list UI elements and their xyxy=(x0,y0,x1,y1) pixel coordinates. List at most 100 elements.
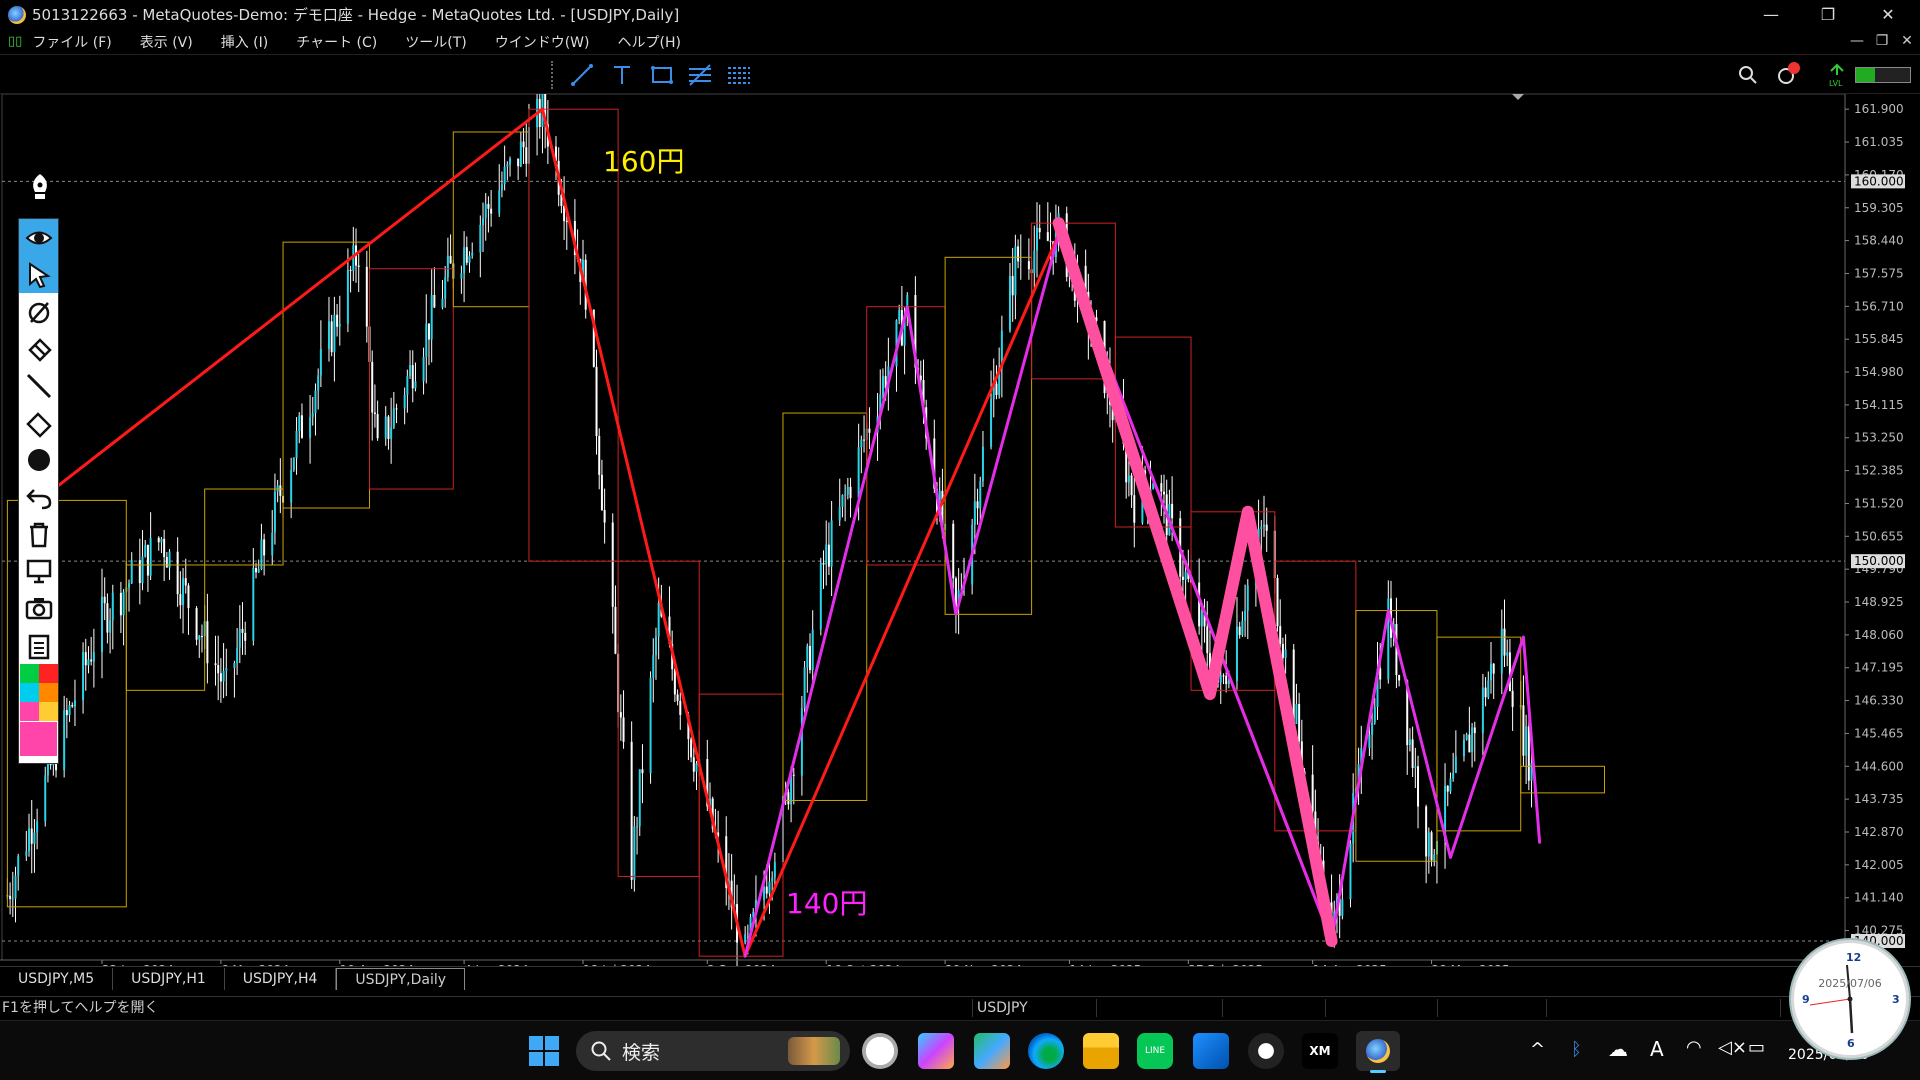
undo-icon[interactable] xyxy=(19,478,58,515)
candle-body xyxy=(1184,571,1187,580)
pen-nib-icon[interactable] xyxy=(26,172,54,202)
candle-body xyxy=(236,647,239,664)
search-icon[interactable] xyxy=(1734,61,1762,89)
window-title: 5013122663 - MetaQuotes-Demo: デモ口座 - Hed… xyxy=(32,6,680,24)
camera-icon[interactable] xyxy=(19,589,58,626)
trash-icon[interactable] xyxy=(19,515,58,552)
analog-clock-gadget[interactable]: 12 3 6 9 2025/07/06 xyxy=(1791,940,1909,1058)
bluetooth-icon[interactable]: ᛒ xyxy=(1571,1039,1582,1060)
ime-icon[interactable]: A xyxy=(1650,1037,1664,1061)
candle-body xyxy=(649,677,652,774)
fibonacci-icon[interactable] xyxy=(686,61,714,89)
usdjpy-daily-chart[interactable]: 161.900161.035160.170159.305158.440157.5… xyxy=(0,94,1920,966)
wifi-icon[interactable]: ◠ xyxy=(1686,1037,1702,1058)
minimize-button[interactable]: — xyxy=(1745,0,1797,29)
xm-trading-icon[interactable]: XM xyxy=(1302,1033,1338,1069)
candle-body xyxy=(1427,832,1430,857)
menu-help[interactable]: ヘルプ(H) xyxy=(618,32,681,52)
eraser-crossed-icon[interactable] xyxy=(19,293,58,330)
candle-body xyxy=(995,383,998,396)
restore-button[interactable]: ❐ xyxy=(1802,0,1854,29)
highlighter-icon[interactable] xyxy=(19,404,58,441)
search-highlight-image-icon xyxy=(788,1037,840,1065)
candle-body xyxy=(1511,690,1514,707)
metatrader-taskbar-icon[interactable] xyxy=(1356,1031,1400,1073)
onedrive-cloud-icon[interactable]: ☁ xyxy=(1608,1037,1628,1061)
swatch-yellow[interactable] xyxy=(39,702,58,721)
eye-icon[interactable] xyxy=(19,219,58,256)
cursor-icon[interactable] xyxy=(19,256,58,293)
swatch-pink[interactable] xyxy=(20,702,39,721)
candle-body xyxy=(468,255,471,263)
line-app-icon[interactable]: LINE xyxy=(1137,1033,1173,1069)
notifications-icon[interactable] xyxy=(1774,61,1802,89)
file-explorer-icon[interactable] xyxy=(1083,1033,1119,1069)
mdi-restore-button[interactable]: ❐ xyxy=(1869,29,1895,54)
candle-body xyxy=(1163,491,1166,495)
menu-tools[interactable]: ツール(T) xyxy=(405,32,466,52)
tab-usdjpy-daily[interactable]: USDJPY,Daily xyxy=(336,968,466,990)
tradingview-icon[interactable] xyxy=(1248,1033,1284,1069)
swatch-red[interactable] xyxy=(39,664,58,683)
tab-usdjpy-m5[interactable]: USDJPY,M5 xyxy=(0,968,114,990)
edge-icon[interactable] xyxy=(1028,1033,1064,1069)
candle-body xyxy=(25,851,28,857)
eraser-icon[interactable] xyxy=(19,330,58,367)
rectangle-icon[interactable] xyxy=(648,61,676,89)
toolbar-grip[interactable] xyxy=(551,61,555,89)
swatch-orange[interactable] xyxy=(39,683,58,702)
candle-body xyxy=(809,646,812,671)
clock-face: 12 3 6 9 xyxy=(1798,947,1902,1051)
candle-body xyxy=(14,875,17,899)
candle-body xyxy=(881,376,884,395)
mdi-minimize-button[interactable]: — xyxy=(1844,29,1870,54)
trendline-icon[interactable] xyxy=(568,61,596,89)
show-hidden-icons[interactable]: ^ xyxy=(1530,1039,1545,1060)
candle-body xyxy=(1473,727,1476,734)
mdi-close-button[interactable]: ✕ xyxy=(1894,29,1920,54)
copilot-icon[interactable] xyxy=(918,1033,954,1069)
current-color-swatch[interactable] xyxy=(20,722,57,756)
battery-icon[interactable]: ▭ xyxy=(1748,1037,1765,1058)
channels-icon[interactable] xyxy=(725,61,753,89)
menu-view[interactable]: 表示 (V) xyxy=(140,32,193,52)
candle-body xyxy=(844,494,847,496)
line-icon[interactable] xyxy=(19,367,58,404)
clock-app-icon[interactable] xyxy=(862,1033,898,1069)
tab-usdjpy-h4[interactable]: USDJPY,H4 xyxy=(225,968,337,990)
candle-body xyxy=(163,538,166,558)
photos-icon[interactable] xyxy=(974,1033,1010,1069)
candle-body xyxy=(1265,524,1268,531)
close-button[interactable]: ✕ xyxy=(1862,0,1914,29)
price-tick-label-24: 141.140 xyxy=(1854,891,1904,905)
candle-body xyxy=(333,314,336,353)
chart-area[interactable]: 161.900161.035160.170159.305158.440157.5… xyxy=(0,94,1920,966)
candle-body xyxy=(1198,582,1201,627)
swatch-cyan[interactable] xyxy=(20,683,39,702)
menu-charts[interactable]: チャート (C) xyxy=(296,32,377,52)
candle-body xyxy=(336,314,339,327)
candle-body xyxy=(1465,734,1468,740)
tab-usdjpy-h1[interactable]: USDJPY,H1 xyxy=(113,968,225,990)
menu-insert[interactable]: 挿入 (I) xyxy=(221,32,269,52)
taskbar-search-box[interactable]: 検索 xyxy=(576,1031,850,1071)
text-icon[interactable] xyxy=(608,61,636,89)
menu-window[interactable]: ウインドウ(W) xyxy=(495,32,590,52)
candle-body xyxy=(771,877,774,882)
candle-body xyxy=(679,700,682,715)
screen-icon[interactable] xyxy=(19,552,58,589)
swatch-green[interactable] xyxy=(20,664,39,683)
color-swatches xyxy=(19,663,58,722)
volume-muted-icon[interactable]: ◁× xyxy=(1718,1037,1747,1058)
windows-start-icon[interactable] xyxy=(528,1035,560,1067)
outlook-icon[interactable] xyxy=(1193,1033,1229,1069)
candle-body xyxy=(595,366,598,437)
clipboard-icon[interactable] xyxy=(19,626,58,663)
candle-body xyxy=(633,826,636,880)
candle-body xyxy=(406,376,409,395)
menu-file[interactable]: ファイル (F) xyxy=(32,32,111,52)
candle-body xyxy=(465,247,468,263)
candle-body xyxy=(692,757,695,772)
candle-body xyxy=(1481,687,1484,734)
dot-icon[interactable] xyxy=(19,441,58,478)
